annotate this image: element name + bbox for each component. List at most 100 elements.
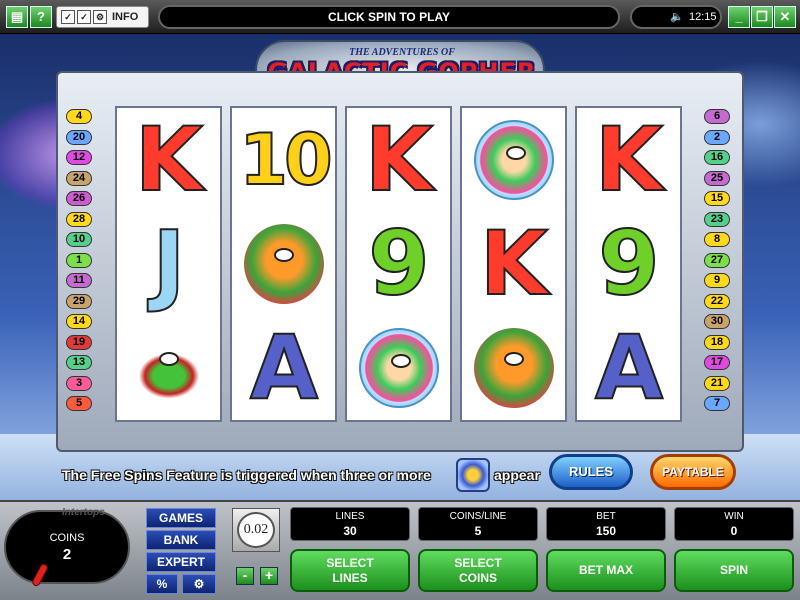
- payline-marker[interactable]: 21: [704, 375, 730, 391]
- paytable-button[interactable]: PAYTABLE: [650, 454, 736, 490]
- payline-marker[interactable]: 6: [704, 109, 730, 124]
- payline-marker[interactable]: 12: [66, 150, 92, 165]
- free-spins-text: The Free Spins Feature is triggered when…: [62, 467, 431, 483]
- reel-2: 10 A: [230, 106, 337, 422]
- help-button[interactable]: ?: [30, 6, 52, 28]
- symbol-letter: K: [594, 108, 664, 211]
- status-message: CLICK SPIN TO PLAY: [158, 5, 620, 29]
- payline-marker[interactable]: 14: [66, 314, 92, 329]
- payline-marker[interactable]: 9: [704, 273, 730, 288]
- symbol-letter: J: [152, 212, 187, 315]
- eye-icon: [159, 352, 179, 366]
- title-subtitle: THE ADVENTURES OF: [349, 47, 455, 58]
- payline-marker[interactable]: 24: [66, 170, 92, 186]
- symbol-girl: [351, 320, 447, 416]
- bet-value: 150: [595, 524, 617, 538]
- symbol-letter: K: [134, 108, 204, 211]
- bank-button[interactable]: BANK: [146, 530, 216, 550]
- symbol-a: A: [581, 319, 677, 417]
- lines-label: LINES: [335, 511, 365, 522]
- eye-icon: [391, 354, 411, 368]
- gear-icon[interactable]: ⚙: [182, 574, 216, 594]
- eye-icon: [506, 146, 526, 160]
- payline-marker[interactable]: 8: [704, 232, 730, 247]
- payline-marker[interactable]: 2: [704, 129, 730, 145]
- payline-marker[interactable]: 16: [704, 150, 730, 165]
- symbol-a: A: [236, 316, 332, 419]
- payline-marker[interactable]: 5: [66, 396, 92, 411]
- symbol-gopher: [466, 320, 562, 416]
- select-lines-button[interactable]: SELECT LINES: [290, 549, 410, 592]
- info-label: INFO: [112, 11, 139, 23]
- bet-label: BET: [596, 511, 616, 522]
- payline-marker[interactable]: 20: [66, 129, 92, 145]
- menu-icon[interactable]: ▤: [6, 6, 28, 28]
- info-button[interactable]: ✓ ✓ ⚙ INFO: [56, 6, 149, 28]
- brand-logo: Intertops: [62, 507, 105, 518]
- symbol-9: 9: [351, 212, 447, 315]
- symbol-letter: 10: [238, 118, 333, 202]
- payline-marker[interactable]: 4: [66, 109, 92, 124]
- payline-marker[interactable]: 25: [704, 170, 730, 186]
- restore-icon[interactable]: ❐: [751, 6, 773, 28]
- checkbox-icon: ✓: [61, 10, 75, 24]
- payline-marker[interactable]: 7: [704, 396, 730, 411]
- payline-marker[interactable]: 26: [66, 191, 92, 206]
- payline-marker[interactable]: 1: [66, 252, 92, 268]
- symbol-k: K: [351, 108, 447, 211]
- select-coins-button[interactable]: SELECT COINS: [418, 549, 538, 592]
- minimize-icon[interactable]: _: [728, 6, 750, 28]
- space-girl-icon: [474, 120, 554, 200]
- symbol-j: J: [121, 212, 217, 315]
- free-spins-text-end: appear: [494, 467, 540, 483]
- games-button[interactable]: GAMES: [146, 508, 216, 528]
- payline-marker[interactable]: 27: [704, 252, 730, 268]
- increase-button[interactable]: +: [260, 567, 278, 585]
- symbol-letter: 9: [367, 212, 430, 315]
- symbol-letter: A: [249, 316, 319, 419]
- checkbox-icon: ✓: [77, 10, 91, 24]
- symbol-snake: [121, 320, 217, 416]
- clock-time: 12:15: [689, 11, 717, 23]
- payline-marker[interactable]: 11: [66, 273, 92, 288]
- symbol-letter: K: [364, 108, 434, 211]
- coins-display: COINS 2: [4, 510, 130, 584]
- payline-marker[interactable]: 17: [704, 355, 730, 370]
- decrease-button[interactable]: -: [236, 567, 254, 585]
- payline-marker[interactable]: 18: [704, 334, 730, 350]
- bet-max-button[interactable]: BET MAX: [546, 549, 666, 592]
- payline-marker[interactable]: 13: [66, 355, 92, 370]
- coins-per-line-label: COINS/LINE: [449, 511, 507, 522]
- payline-marker[interactable]: 23: [704, 211, 730, 227]
- denomination-value: 0.02: [237, 512, 275, 548]
- clock: 🔈 12:15: [630, 5, 722, 29]
- symbol-letter: K: [479, 212, 549, 315]
- top-bar: ▤ ? ✓ ✓ ⚙ INFO CLICK SPIN TO PLAY 🔈 12:1…: [0, 0, 800, 34]
- coins-per-line-value: 5: [474, 524, 482, 538]
- eye-icon: [504, 352, 524, 366]
- symbol-k: K: [121, 108, 217, 211]
- symbol-9: 9: [581, 212, 677, 315]
- payline-marker[interactable]: 22: [704, 293, 730, 309]
- payline-marker[interactable]: 28: [66, 211, 92, 227]
- bet-max-label: BET MAX: [579, 563, 633, 577]
- spin-button[interactable]: SPIN: [674, 549, 794, 592]
- percent-button[interactable]: %: [146, 574, 178, 594]
- payline-marker[interactable]: 30: [704, 314, 730, 329]
- speaker-icon[interactable]: 🔈: [670, 7, 684, 27]
- expert-button[interactable]: EXPERT: [146, 552, 216, 572]
- close-icon[interactable]: ✕: [774, 6, 796, 28]
- payline-marker[interactable]: 15: [704, 191, 730, 206]
- payline-marker[interactable]: 10: [66, 232, 92, 247]
- win-label: WIN: [724, 511, 744, 522]
- payline-marker[interactable]: 29: [66, 293, 92, 309]
- symbol-gopher: [236, 216, 332, 312]
- symbol-k: K: [466, 212, 562, 315]
- payline-marker[interactable]: 19: [66, 334, 92, 350]
- rules-button[interactable]: RULES: [549, 454, 633, 490]
- space-girl-icon: [359, 328, 439, 408]
- symbol-letter: 9: [597, 212, 660, 315]
- symbol-10: 10: [236, 112, 333, 208]
- payline-marker[interactable]: 3: [66, 375, 92, 391]
- coins-per-line-readout: COINS/LINE 5: [418, 507, 538, 541]
